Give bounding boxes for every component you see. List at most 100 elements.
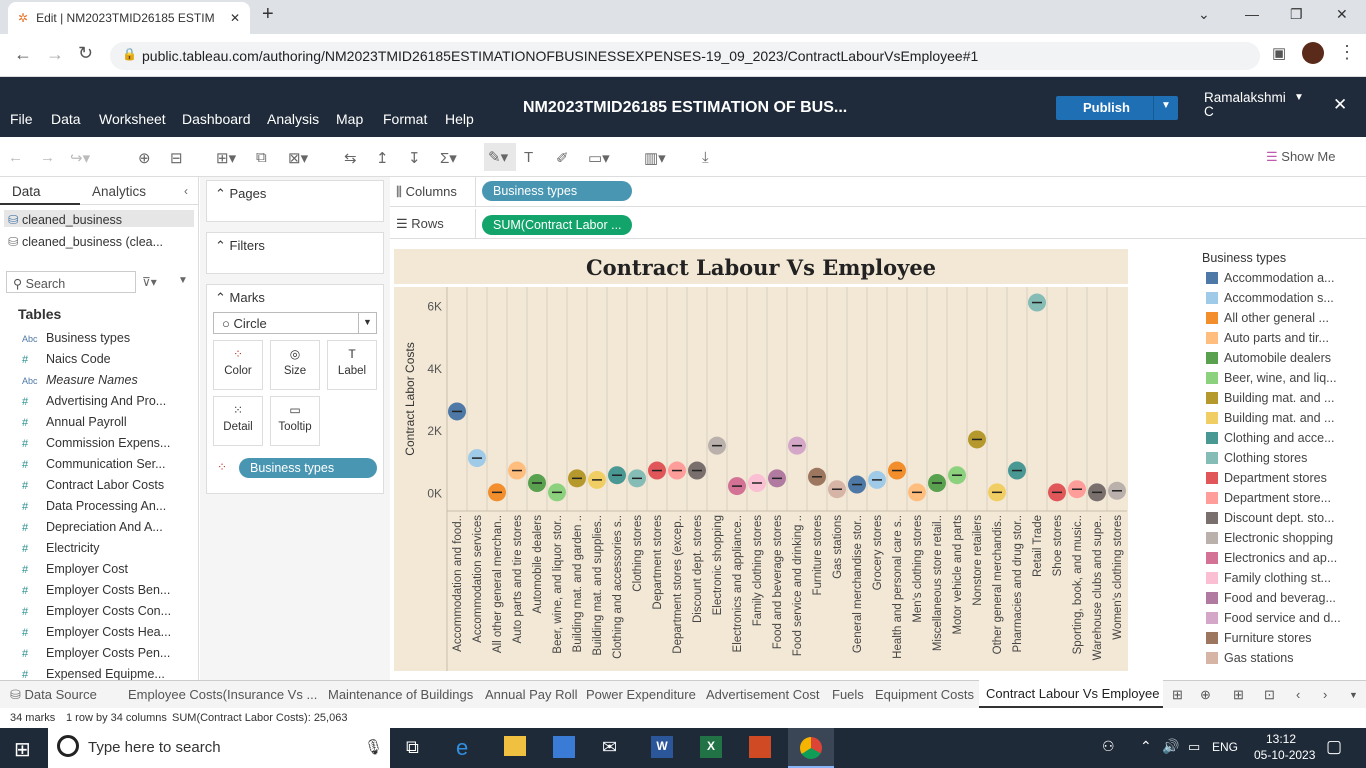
store-icon[interactable] [553,736,575,758]
download-icon[interactable]: ⤓ [702,149,709,166]
scatter-chart[interactable]: Contract Labour Vs Employee 0K 2K 4K 6K Cont… [390,240,1196,676]
field-item[interactable]: # Communication Ser... [22,457,166,471]
browser-menu-icon[interactable]: ⋮ [1338,42,1356,63]
sheet-tab[interactable]: Fuels [832,687,864,702]
powerpoint-icon[interactable] [749,736,771,758]
new-datasource-tab-icon[interactable]: ⊞ [1172,687,1183,703]
field-item[interactable]: # Employer Cost [22,562,128,576]
menu-file[interactable]: File [10,111,33,127]
color-field-pill[interactable]: Business types [239,458,377,478]
collapse-pane-icon[interactable]: ‹ [184,184,188,198]
pane-menu-icon[interactable]: ▼ [178,275,188,286]
reload-icon[interactable]: ↻ [78,43,93,64]
new-story-icon[interactable]: ⊡ [1264,687,1275,703]
sheet-tab[interactable]: Annual Pay Roll [485,687,578,702]
field-item[interactable]: # Annual Payroll [22,415,127,429]
user-menu-icon[interactable]: ▼ [1294,92,1304,103]
show-me-button[interactable]: ☰ Show Me [1266,149,1335,165]
datasource-item[interactable]: ⛁ cleaned_business [4,210,194,227]
replay-icon[interactable]: ↪▾ [70,149,90,167]
legend-item[interactable]: Accommodation a... [1206,271,1334,285]
menu-format[interactable]: Format [383,111,427,127]
legend-item[interactable]: Building mat. and ... [1206,391,1334,405]
legend-item[interactable]: Electronic shopping [1206,531,1333,545]
field-item[interactable]: # Employer Costs Hea... [22,625,171,639]
workbook-title[interactable]: NM2023TMID26185 ESTIMATION OF BUS... [523,99,847,117]
pages-shelf[interactable]: ⌃ Pages [206,180,384,222]
legend-item[interactable]: Department stores [1206,471,1327,485]
field-item[interactable]: Abc Measure Names [22,373,138,387]
tab-search-icon[interactable]: ⌄ [1198,6,1210,23]
sheet-tab-active[interactable]: Contract Labour Vs Employee [979,680,1163,708]
new-datasource-icon[interactable]: ⊕ [138,149,151,167]
sheet-tab[interactable]: Advertisement Cost [706,687,819,702]
mail-icon[interactable]: ✉ [602,737,617,758]
legend-item[interactable]: Auto parts and tir... [1206,331,1329,345]
legend-item[interactable]: Gas stations [1206,651,1293,665]
word-icon[interactable]: W [651,736,673,758]
field-item[interactable]: # Expensed Equipme... [22,667,165,681]
legend-item[interactable]: Automobile dealers [1206,351,1331,365]
highlight-icon[interactable]: ✎▾ [484,143,516,171]
field-item[interactable]: # Depreciation And A... [22,520,163,534]
fit-icon[interactable]: ▭▾ [588,149,610,167]
profile-avatar[interactable] [1302,42,1324,64]
people-icon[interactable]: ⚇ [1102,738,1115,755]
browser-tab[interactable]: ✲ Edit | NM2023TMID26185 ESTIM ✕ [8,2,250,34]
legend-item[interactable]: All other general ... [1206,311,1329,325]
publish-button[interactable]: Publish ▼ [1056,96,1178,120]
legend-item[interactable]: Electronics and ap... [1206,551,1337,565]
sort-descending-icon[interactable]: ↧ [408,149,421,167]
text-label-icon[interactable]: T [524,149,533,166]
legend-item[interactable]: Building mat. and ... [1206,411,1334,425]
tab-close-icon[interactable]: ✕ [230,11,240,25]
clock-time[interactable]: 13:12 [1266,732,1296,746]
legend-item[interactable]: Accommodation s... [1206,291,1334,305]
pause-updates-icon[interactable]: ⊟ [170,149,183,167]
rows-pill[interactable]: SUM(Contract Labor ... [482,215,632,235]
filter-fields-icon[interactable]: ⊽▾ [142,275,157,289]
battery-icon[interactable]: ▭ [1188,739,1200,755]
presentation-icon[interactable]: ▥▾ [644,149,666,167]
legend-item[interactable]: Food service and d... [1206,611,1341,625]
publish-dropdown-icon[interactable]: ▼ [1153,96,1178,120]
notifications-icon[interactable]: ▢ [1326,737,1342,757]
clock-date[interactable]: 05-10-2023 [1254,748,1315,762]
tab-data[interactable]: Data [0,177,80,205]
scroll-right-icon[interactable]: › [1323,687,1327,702]
close-editor-icon[interactable]: ✕ [1333,95,1347,115]
columns-pill[interactable]: Business types [482,181,632,201]
field-item[interactable]: # Naics Code [22,352,111,366]
menu-map[interactable]: Map [336,111,363,127]
sheet-tab[interactable]: Power Expenditure [586,687,696,702]
menu-analysis[interactable]: Analysis [267,111,319,127]
legend-item[interactable]: Beer, wine, and liq... [1206,371,1337,385]
legend-item[interactable]: Clothing stores [1206,451,1307,465]
back-icon[interactable]: ← [14,44,32,65]
windows-start-icon[interactable]: ⊞ [14,737,31,762]
label-button[interactable]: T Label [327,340,377,390]
annotate-icon[interactable]: ✐ [556,149,569,167]
tab-analytics[interactable]: Analytics [80,177,199,205]
totals-icon[interactable]: Σ▾ [440,149,457,167]
url-field[interactable]: 🔒 public.tableau.com/authoring/NM2023TMI… [110,42,1260,70]
scroll-left-icon[interactable]: ‹ [1296,687,1300,702]
chrome-taskbar-button[interactable] [788,728,834,768]
new-tab-icon[interactable]: + [262,3,274,26]
side-panel-icon[interactable]: ▣ [1272,44,1286,62]
menu-dashboard[interactable]: Dashboard [182,111,251,127]
menu-help[interactable]: Help [445,111,474,127]
taskbar-search-input[interactable]: Type here to search 🎙 [48,728,390,768]
new-dashboard-icon[interactable]: ⊞ [1233,687,1244,703]
field-item[interactable]: Abc Business types [22,331,130,345]
field-item[interactable]: # Employer Costs Pen... [22,646,170,660]
datasource-item[interactable]: ⛁ cleaned_business (clea... [4,232,194,249]
task-view-icon[interactable]: ⧉ [406,737,419,758]
language-indicator[interactable]: ENG [1212,740,1238,754]
duplicate-sheet-icon[interactable]: ⧉ [256,149,267,166]
edge-icon[interactable]: e [456,735,468,761]
field-item[interactable]: # Data Processing An... [22,499,166,513]
undo-icon[interactable]: ← [8,149,23,166]
legend-item[interactable]: Family clothing st... [1206,571,1331,585]
volume-icon[interactable]: 🔊 [1162,738,1179,755]
